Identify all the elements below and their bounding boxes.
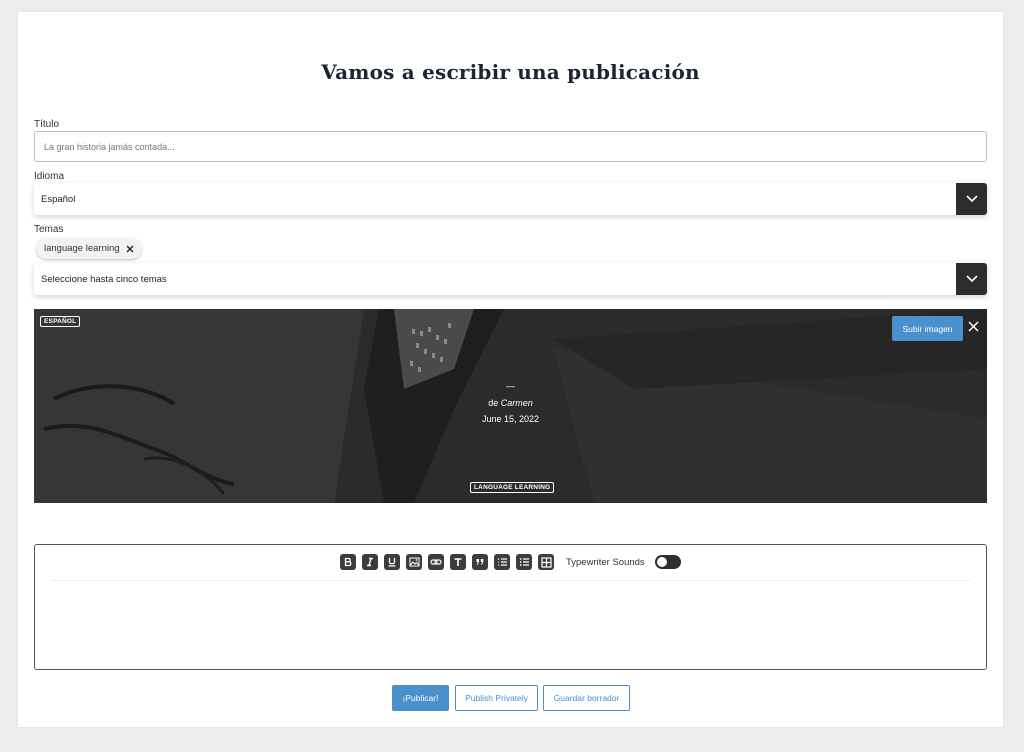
cover-byline: de Carmen (34, 398, 987, 408)
toggle-knob (656, 557, 667, 567)
topics-label: Temas (34, 224, 64, 235)
editor-divider (51, 580, 970, 581)
topics-placeholder: Seleccione hasta cinco temas (41, 273, 167, 285)
cover-date: June 15, 2022 (481, 414, 540, 424)
title-placeholder: La gran historia jamás contada... (44, 141, 175, 152)
remove-tag-icon[interactable] (126, 245, 134, 253)
chevron-down-icon (965, 275, 978, 283)
language-selected-value: Español (41, 193, 76, 205)
topics-dropdown-button[interactable] (956, 263, 987, 295)
quote-icon[interactable] (472, 554, 488, 570)
cover-title-placeholder: — (506, 381, 515, 391)
language-badge: ESPAÑOL (40, 316, 81, 327)
typewriter-sounds-toggle[interactable] (654, 555, 681, 569)
cover-image: ESPAÑOL Subir imagen — de Carmen June 15… (34, 309, 987, 503)
upload-image-button[interactable]: Subir imagen (892, 316, 963, 341)
content-editor[interactable]: Typewriter Sounds (34, 544, 987, 670)
author-name: Carmen (500, 398, 533, 408)
title-label: Título (34, 119, 60, 130)
title-input[interactable]: La gran historia jamás contada... (34, 131, 987, 162)
image-icon[interactable] (406, 554, 422, 570)
editor-toolbar: Typewriter Sounds (340, 554, 681, 570)
text-heading-icon[interactable] (450, 554, 466, 570)
topic-tag: language learning (36, 238, 142, 259)
language-select[interactable]: Español (34, 183, 987, 215)
table-icon[interactable] (538, 554, 554, 570)
publish-button[interactable]: ¡Publicar! (392, 685, 449, 711)
bulleted-list-icon[interactable] (516, 554, 532, 570)
bold-icon[interactable] (340, 554, 356, 570)
topic-badge: LANGUAGE LEARNING (470, 482, 555, 493)
ordered-list-icon[interactable] (494, 554, 510, 570)
publish-privately-button[interactable]: Publish Privately (455, 685, 538, 711)
underline-icon[interactable] (384, 554, 400, 570)
link-icon[interactable] (428, 554, 444, 570)
byline-prefix: de (488, 398, 499, 408)
page-title: Vamos a escribir una publicación (321, 60, 700, 84)
close-icon[interactable] (968, 321, 979, 332)
typewriter-sounds-label: Typewriter Sounds (566, 556, 645, 568)
language-dropdown-button[interactable] (956, 183, 987, 215)
post-editor-card: Vamos a escribir una publicación Título … (18, 12, 1003, 727)
chevron-down-icon (965, 195, 978, 203)
italic-icon[interactable] (362, 554, 378, 570)
topics-select[interactable]: Seleccione hasta cinco temas (34, 263, 987, 295)
language-label: Idioma (34, 171, 65, 182)
save-draft-button[interactable]: Guardar borrador (543, 685, 630, 711)
topic-tag-label: language learning (44, 243, 120, 254)
